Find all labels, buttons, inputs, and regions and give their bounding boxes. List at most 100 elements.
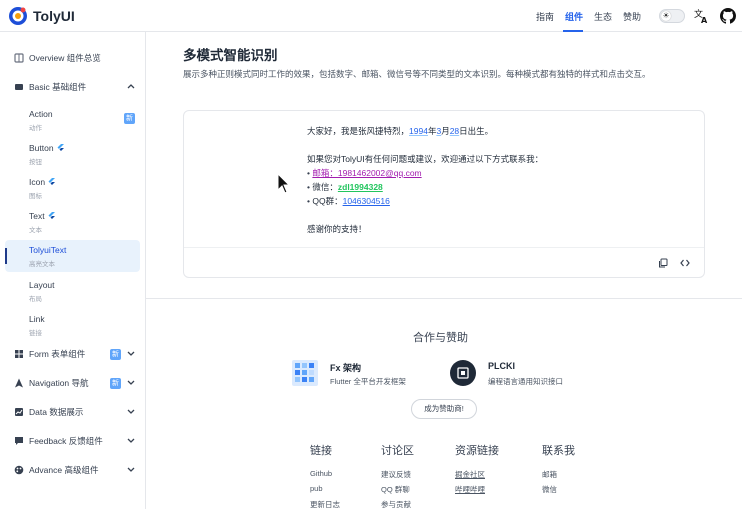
nav-guide[interactable]: 指南: [536, 10, 554, 23]
subitem-desc: 文本: [29, 227, 42, 234]
sidebar-item-data[interactable]: Data 数据展示: [0, 401, 146, 423]
sidebar-item-overview[interactable]: Overview 组件总览: [0, 47, 146, 69]
subitem-title: Layout: [29, 280, 55, 290]
sidebar-item-navigation[interactable]: Navigation 导航 新: [0, 372, 146, 394]
new-badge: 新: [124, 113, 135, 124]
card-divider: [184, 247, 704, 248]
translate-icon[interactable]: 文 A: [694, 8, 710, 24]
demo-card: 大家好，我是张风捷特烈，1994年3月28日出生。 如果您对TolyUI有任何问…: [183, 110, 705, 278]
chevron-up-icon[interactable]: [126, 81, 136, 91]
navigation-icon: [15, 378, 23, 388]
new-badge: 新: [110, 349, 121, 360]
active-nav-indicator: [563, 30, 583, 32]
sidebar-subitem-text[interactable]: Text 文本: [5, 206, 140, 238]
footer-heading-resources: 资源链接: [455, 445, 499, 457]
footer-link-email[interactable]: 邮箱: [542, 469, 557, 480]
sun-icon: ☀: [661, 11, 671, 21]
fx-logo-icon: [292, 360, 318, 386]
theme-toggle[interactable]: ☀: [659, 9, 685, 23]
plcki-logo-icon: [450, 360, 476, 386]
subitem-title: Button: [29, 143, 64, 153]
subitem-desc: 图标: [29, 193, 42, 200]
sidebar-subitem-action[interactable]: Action 动作 新: [5, 104, 140, 136]
subitem-desc: 高亮文本: [29, 261, 55, 268]
highlight-qq[interactable]: 1046304516: [343, 196, 390, 206]
sidebar-item-basic[interactable]: Basic 基础组件: [0, 76, 146, 98]
sidebar-subitem-button[interactable]: Button 按钮: [5, 138, 140, 170]
chevron-down-icon[interactable]: [126, 348, 136, 358]
sidebar-subitem-link[interactable]: Link 链接: [5, 309, 140, 341]
highlight-email[interactable]: 邮箱：1981462002@qq.com: [312, 168, 421, 178]
svg-text:A: A: [701, 16, 708, 24]
subitem-desc: 按钮: [29, 159, 42, 166]
chevron-down-icon[interactable]: [126, 377, 136, 387]
footer-link-juejin[interactable]: 掘金社区: [455, 469, 485, 480]
palette-icon: [14, 465, 24, 475]
subitem-title: TolyuiText: [29, 245, 67, 255]
sidebar-item-label: Basic 基础组件: [29, 82, 87, 92]
chevron-down-icon[interactable]: [126, 435, 136, 445]
layers-icon: [15, 84, 23, 90]
sidebar-subitem-icon[interactable]: Icon 图标: [5, 172, 140, 204]
chevron-down-icon[interactable]: [126, 406, 136, 416]
sponsor-section-title: 合作与赞助: [413, 332, 468, 344]
sidebar-item-feedback[interactable]: Feedback 反馈组件: [0, 430, 146, 452]
sidebar-item-label: Feedback 反馈组件: [29, 436, 103, 446]
footer-link-bilibili[interactable]: 哔哩哔哩: [455, 484, 485, 495]
sidebar-subitem-layout[interactable]: Layout 布局: [5, 275, 140, 307]
footer-link-changelog[interactable]: 更新日志: [310, 499, 340, 509]
sidebar-item-label: Form 表单组件: [29, 349, 86, 359]
subitem-desc: 链接: [29, 330, 42, 337]
nav-components[interactable]: 组件: [565, 10, 583, 23]
sidebar: Overview 组件总览 Basic 基础组件 Action 动作 新 But…: [0, 32, 146, 509]
footer-link-pub[interactable]: pub: [310, 484, 323, 493]
sidebar-item-advance[interactable]: Advance 高级组件: [0, 459, 146, 481]
sponsor-desc: 编程语言通用知识接口: [488, 377, 563, 386]
subitem-title: Icon: [29, 177, 56, 187]
footer-link-qq-group[interactable]: QQ 群聊: [381, 484, 410, 495]
become-sponsor-button[interactable]: 成为赞助商!: [411, 399, 477, 419]
page-description: 展示多种正则模式同时工作的效果，包括数字、邮箱、微信号等不同类型的文本识别。每种…: [183, 69, 651, 79]
page-title: 多模式智能识别: [183, 48, 278, 63]
footer-heading-discussion: 讨论区: [381, 445, 414, 457]
code-icon[interactable]: [680, 258, 690, 268]
copy-icon[interactable]: [658, 258, 668, 268]
nav-sponsor[interactable]: 赞助: [623, 10, 641, 23]
flutter-icon: [48, 212, 55, 219]
new-badge: 新: [110, 378, 121, 389]
footer-heading-contact: 联系我: [542, 445, 575, 457]
subitem-desc: 布局: [29, 296, 42, 303]
highlight-year[interactable]: 1994: [409, 126, 428, 136]
sidebar-item-form[interactable]: Form 表单组件 新: [0, 343, 146, 365]
qq-line: • QQ群：1046304516: [307, 196, 390, 206]
sponsor-name: PLCKI: [488, 361, 515, 371]
subitem-title: Link: [29, 314, 45, 324]
chart-icon: [15, 408, 23, 416]
intro-line: 大家好，我是张风捷特烈，1994年3月28日出生。: [307, 126, 494, 136]
footer-link-wechat[interactable]: 微信: [542, 484, 557, 495]
footer-link-github[interactable]: Github: [310, 469, 332, 478]
tolyui-logo-icon[interactable]: [8, 6, 28, 26]
flutter-icon: [48, 178, 56, 185]
brand-name[interactable]: TolyUI: [33, 8, 75, 24]
highlight-day[interactable]: 28: [450, 126, 459, 136]
nav-ecosystem[interactable]: 生态: [594, 10, 612, 23]
sponsor-desc: Flutter 全平台开发框架: [330, 377, 406, 386]
sidebar-subitem-tolyuitext[interactable]: TolyuiText 高亮文本: [5, 240, 140, 272]
message-icon: [15, 437, 23, 445]
chevron-down-icon[interactable]: [126, 464, 136, 474]
email-line: • 邮箱：1981462002@qq.com: [307, 168, 422, 178]
top-header: TolyUI 指南 组件 生态 赞助 ☀ 文 A: [0, 0, 742, 32]
github-icon[interactable]: [720, 8, 736, 24]
highlight-wechat[interactable]: zdl1994328: [338, 182, 383, 192]
sidebar-item-label: Navigation 导航: [29, 378, 89, 388]
footer-link-feedback[interactable]: 建议反馈: [381, 469, 411, 480]
subitem-title: Text: [29, 211, 55, 221]
sidebar-item-label: Data 数据展示: [29, 407, 84, 417]
wechat-line: • 微信：zdl1994328: [307, 182, 383, 192]
sidebar-item-label: Overview 组件总览: [29, 53, 101, 63]
flutter-icon: [57, 144, 64, 151]
book-icon: [14, 53, 24, 63]
footer-heading-links: 链接: [310, 445, 332, 457]
footer-link-contribute[interactable]: 参与贡献: [381, 499, 411, 509]
